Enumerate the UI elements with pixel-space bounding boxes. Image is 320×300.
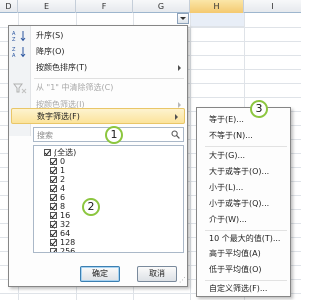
svg-text:Z: Z: [12, 37, 16, 42]
autofilter-menu: AZ 升序(S) ZA 降序(O) 按颜色排序(T) 从 "1" 中清除筛选(C…: [8, 25, 188, 287]
checkbox[interactable]: [50, 158, 57, 165]
resize-grip-icon[interactable]: ⋰: [179, 276, 186, 284]
menu-separator: [34, 78, 184, 79]
checkbox[interactable]: [50, 221, 57, 228]
checkbox[interactable]: [44, 149, 51, 156]
callout-3: 3: [250, 100, 268, 118]
cancel-button[interactable]: 取消: [137, 266, 177, 282]
search-icon: [171, 130, 180, 139]
number-filter-submenu: 等于(E)... 不等于(N)... 大于(G)... 大于或等于(O)... …: [196, 107, 291, 297]
number-filter-item[interactable]: 数字筛选(F): [11, 108, 185, 124]
submenu-item-not-equals[interactable]: 不等于(N)...: [209, 130, 253, 142]
checkbox[interactable]: [50, 167, 57, 174]
sort-descending-icon: ZA: [12, 46, 28, 59]
sort-by-color-item[interactable]: 按颜色排序(T): [9, 60, 187, 76]
column-header-d[interactable]: D: [0, 0, 18, 13]
clear-filter-item[interactable]: 从 "1" 中清除筛选(C): [9, 80, 187, 96]
submenu-item-greater-than[interactable]: 大于(G)...: [209, 150, 245, 162]
submenu-item-equals[interactable]: 等于(E)...: [209, 114, 244, 126]
submenu-item-custom-filter[interactable]: 自定义筛选(F)...: [209, 283, 267, 295]
sort-descending-label: 降序(O): [36, 47, 65, 56]
grid-line: [190, 13, 191, 300]
checkbox[interactable]: [50, 194, 57, 201]
column-header-h[interactable]: H: [190, 0, 244, 13]
submenu-item-above-average[interactable]: 高于平均值(A): [209, 248, 261, 260]
sort-ascending-icon: AZ: [12, 30, 28, 43]
submenu-item-less-or-equal[interactable]: 小于或等于(Q)...: [209, 198, 269, 210]
active-cell[interactable]: [190, 13, 244, 27]
sort-by-color-label: 按颜色排序(T): [36, 63, 88, 72]
column-header-row: D E F G H I: [0, 0, 301, 13]
svg-text:A: A: [12, 53, 16, 58]
checkbox[interactable]: [50, 176, 57, 183]
checkbox[interactable]: [50, 230, 57, 237]
column-header-i[interactable]: I: [244, 0, 301, 13]
checkbox[interactable]: [50, 248, 57, 252]
menu-separator: [205, 146, 287, 147]
chevron-down-icon: [180, 17, 186, 20]
callout-2: 2: [82, 198, 100, 216]
chevron-right-icon: [175, 114, 178, 120]
callout-1: 1: [105, 126, 123, 144]
search-placeholder: 搜索: [37, 131, 53, 140]
menu-separator: [205, 280, 287, 281]
checkbox[interactable]: [50, 203, 57, 210]
number-filter-label: 数字筛选(F): [37, 112, 80, 121]
sort-ascending-label: 升序(S): [36, 31, 64, 40]
checkbox[interactable]: [50, 212, 57, 219]
submenu-item-top-10[interactable]: 10 个最大的值(T)...: [209, 233, 280, 245]
clear-filter-icon: [12, 82, 28, 94]
ok-button[interactable]: 确定: [80, 266, 120, 282]
submenu-item-greater-or-equal[interactable]: 大于或等于(O)...: [209, 166, 269, 178]
submenu-item-less-than[interactable]: 小于(L)...: [209, 182, 243, 194]
submenu-item-between[interactable]: 介于(W)...: [209, 214, 247, 226]
sort-descending-item[interactable]: ZA 降序(O): [9, 44, 187, 60]
value-checklist[interactable]: (全选) 0 1 2 4 6 8 16 32 64 128 256: [33, 145, 184, 253]
filter-dropdown-button[interactable]: [177, 13, 189, 24]
chevron-right-icon: [178, 65, 181, 71]
column-header-g[interactable]: G: [133, 0, 190, 13]
list-item[interactable]: 256: [50, 247, 75, 252]
column-header-f[interactable]: F: [76, 0, 133, 13]
checkbox[interactable]: [50, 185, 57, 192]
clear-filter-label: 从 "1" 中清除筛选(C): [36, 83, 114, 92]
column-header-e[interactable]: E: [18, 0, 76, 13]
menu-separator: [205, 230, 287, 231]
submenu-item-below-average[interactable]: 低于平均值(O): [209, 264, 262, 276]
sort-ascending-item[interactable]: AZ 升序(S): [9, 28, 187, 44]
checkbox[interactable]: [50, 239, 57, 246]
